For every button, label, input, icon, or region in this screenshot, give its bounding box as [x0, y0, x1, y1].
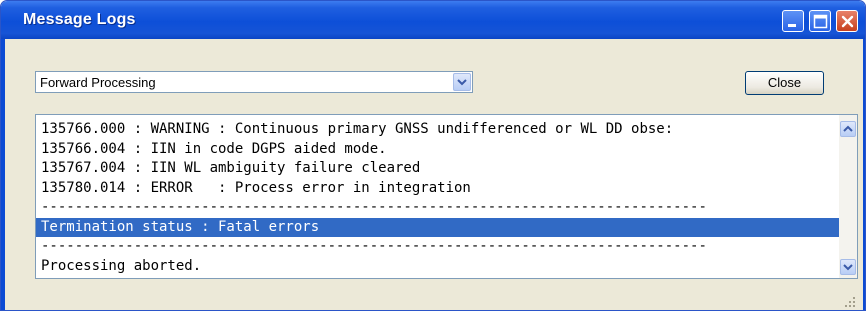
vertical-scrollbar[interactable]: [839, 115, 857, 278]
log-lines: 135766.000 : WARNING : Continuous primar…: [36, 120, 839, 276]
log-source-dropdown[interactable]: Forward Processing: [35, 71, 473, 93]
dropdown-button[interactable]: [453, 73, 471, 91]
maximize-button[interactable]: [809, 10, 831, 32]
window-title: Message Logs: [23, 11, 136, 28]
window-close-button[interactable]: [836, 10, 858, 32]
chevron-down-icon: [457, 79, 467, 86]
chevron-up-icon: [843, 125, 853, 132]
chevron-down-icon: [843, 264, 853, 271]
log-line[interactable]: 135780.014 : ERROR : Process error in in…: [36, 179, 839, 199]
minimize-icon: [788, 24, 796, 27]
title-bar[interactable]: Message Logs: [1, 1, 865, 39]
log-line[interactable]: Processing aborted.: [36, 257, 839, 277]
log-line[interactable]: 135767.004 : IIN WL ambiguity failure cl…: [36, 159, 839, 179]
message-log-list[interactable]: 135766.000 : WARNING : Continuous primar…: [35, 114, 858, 279]
resize-grip-icon[interactable]: [844, 296, 856, 308]
close-icon: [841, 15, 854, 28]
scroll-up-button[interactable]: [840, 121, 856, 137]
log-line[interactable]: ----------------------------------------…: [36, 237, 839, 257]
minimize-button[interactable]: [782, 10, 804, 32]
dropdown-value: Forward Processing: [40, 75, 156, 90]
log-line[interactable]: ----------------------------------------…: [36, 198, 839, 218]
log-line[interactable]: 135766.000 : WARNING : Continuous primar…: [36, 120, 839, 140]
log-line[interactable]: Termination status : Fatal errors: [36, 217, 839, 237]
scroll-down-button[interactable]: [840, 259, 856, 275]
maximize-icon: [813, 14, 828, 29]
log-line[interactable]: 135766.004 : IIN in code DGPS aided mode…: [36, 140, 839, 160]
message-logs-window: Message Logs Forward Processing Close 13…: [0, 0, 866, 311]
close-button[interactable]: Close: [745, 71, 824, 95]
